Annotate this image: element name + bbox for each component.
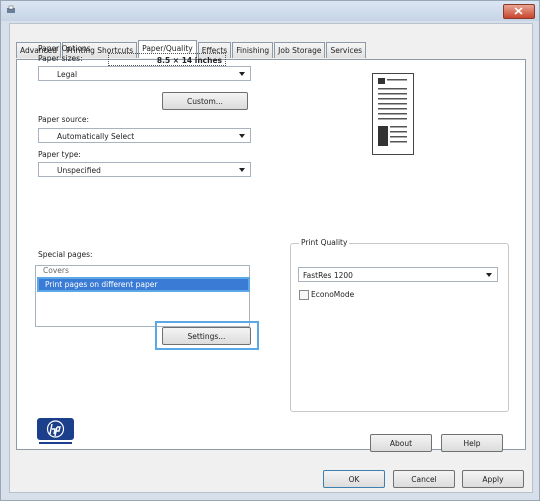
paper-source-dropdown[interactable]: Automatically Select [38, 128, 251, 143]
dropdown-arrow-icon [239, 72, 245, 76]
dropdown-arrow-icon [486, 273, 492, 277]
special-pages-label: Special pages: [38, 250, 93, 259]
economode-checkbox[interactable] [299, 290, 309, 300]
page-preview-icon [372, 73, 414, 155]
cancel-button[interactable]: Cancel [393, 470, 455, 488]
paper-size-dropdown[interactable]: Legal [38, 66, 251, 81]
paper-type-dropdown[interactable]: Unspecified [38, 162, 251, 177]
help-button[interactable]: Help [441, 434, 503, 452]
settings-button[interactable]: Settings... [162, 327, 251, 345]
ok-button[interactable]: OK [323, 470, 385, 488]
title-bar [1, 1, 539, 21]
print-quality-value: FastRes 1200 [303, 271, 353, 280]
about-button[interactable]: About [370, 434, 432, 452]
paper-sizes-label: Paper sizes: [38, 54, 83, 63]
list-item-print-pages-different-paper[interactable]: Print pages on different paper [37, 277, 250, 292]
app-icon [7, 5, 15, 13]
paper-type-value: Unspecified [57, 166, 101, 175]
paper-type-label: Paper type: [38, 150, 81, 159]
tab-job-storage[interactable]: Job Storage [274, 42, 326, 58]
hp-logo [37, 418, 74, 444]
dropdown-arrow-icon [239, 134, 245, 138]
paper-source-value: Automatically Select [57, 132, 135, 141]
paper-size-readout: 8.5 × 14 inches [108, 53, 226, 66]
print-quality-title: Print Quality [299, 238, 350, 247]
print-quality-dropdown[interactable]: FastRes 1200 [298, 267, 498, 282]
apply-button[interactable]: Apply [462, 470, 524, 488]
custom-button[interactable]: Custom... [162, 92, 248, 110]
paper-options-heading: Paper Options [38, 44, 91, 53]
tab-finishing[interactable]: Finishing [232, 42, 274, 58]
list-item-covers[interactable]: Covers [37, 265, 69, 276]
paper-source-label: Paper source: [38, 115, 90, 124]
economode-label: EconoMode [311, 290, 355, 299]
close-icon [514, 7, 523, 15]
close-button[interactable] [503, 4, 535, 19]
tab-services[interactable]: Services [326, 42, 367, 58]
paper-size-value: Legal [57, 70, 78, 79]
special-pages-list[interactable]: Covers Print pages on different paper [35, 265, 250, 327]
dropdown-arrow-icon [239, 168, 245, 172]
